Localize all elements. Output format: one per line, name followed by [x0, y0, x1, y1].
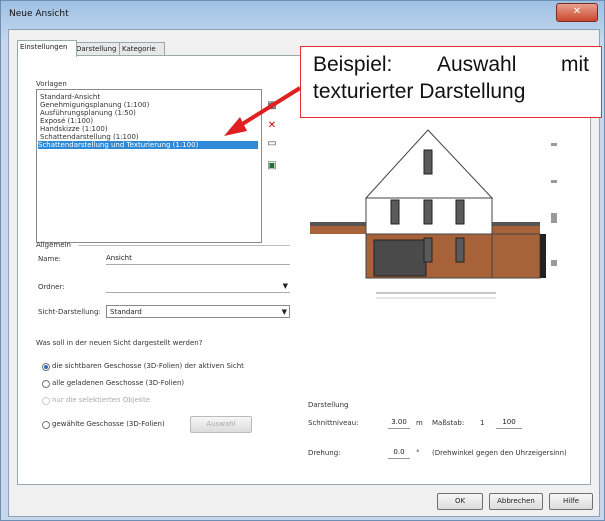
option-radio[interactable] — [42, 421, 50, 429]
list-item[interactable]: Handskizze (1:100) — [40, 125, 108, 133]
option-label: gewählte Geschosse (3D-Folien) — [52, 420, 165, 428]
list-item-selected[interactable]: Schattendarstellung und Texturierung (1:… — [38, 141, 258, 149]
ruler-right-icons — [551, 103, 559, 266]
option-label: die sichtbaren Geschosse (3D-Folien) der… — [52, 362, 244, 370]
schnitt-input[interactable]: 3.00 — [388, 417, 410, 429]
annex-edge — [540, 234, 546, 278]
building-preview — [310, 103, 559, 299]
massstab-left: 1 — [480, 419, 485, 427]
vorlagen-label: Vorlagen — [36, 80, 67, 88]
abbrechen-button[interactable]: Abbrechen — [489, 493, 543, 510]
window-title: Neue Ansicht — [9, 9, 69, 19]
chevron-down-icon: ▼ — [282, 282, 288, 290]
garden-wall-left — [310, 226, 366, 234]
name-field[interactable]: Ansicht — [106, 252, 290, 265]
drehung-label: Drehung: — [308, 449, 341, 457]
option-label-disabled: nur die selektierten Objekte — [52, 396, 151, 404]
chevron-down-icon: ▼ — [281, 308, 287, 316]
rename-icon[interactable]: ▭ — [266, 138, 278, 150]
delete-icon[interactable]: ✕ — [266, 120, 278, 132]
garage-door — [373, 239, 427, 277]
annotation-callout: Beispiel: Auswahl mit texturierter Darst… — [300, 46, 602, 118]
divider — [78, 245, 290, 246]
callout-word: Auswahl — [437, 53, 517, 76]
list-item[interactable]: Schattendarstellung (1:100) — [40, 133, 139, 141]
drehung-hint: (Drehwinkel gegen den Uhrzeigersinn) — [432, 449, 567, 457]
schnitt-unit: m — [416, 419, 423, 427]
ok-button[interactable]: OK — [437, 493, 483, 510]
option-label: alle geladenen Geschosse (3D-Folien) — [52, 379, 185, 387]
drehung-input[interactable]: 0.0 — [388, 447, 410, 459]
darstellung-label: Darstellung — [308, 401, 349, 409]
sicht-dropdown[interactable]: Standard ▼ — [106, 305, 290, 318]
callout-word: Beispiel: — [313, 53, 393, 76]
hilfe-button[interactable]: Hilfe — [549, 493, 593, 510]
vorlagen-list[interactable]: Standard-Ansicht Genehmigungsplanung (1:… — [36, 89, 262, 243]
list-item[interactable]: Standard-Ansicht — [40, 93, 100, 101]
drehung-unit: ° — [416, 449, 420, 457]
tab-darstellung[interactable]: Darstellung — [73, 42, 123, 56]
new-template-icon[interactable]: ▦ — [266, 100, 278, 112]
list-item[interactable]: Ausführungsplanung (1:50) — [40, 109, 136, 117]
schnitt-label: Schnittniveau: — [308, 419, 359, 427]
tab-kategorie[interactable]: Kategorie — [119, 42, 165, 56]
name-value: Ansicht — [106, 254, 132, 262]
option-radio[interactable] — [42, 380, 50, 388]
sicht-label: Sicht-Darstellung: — [38, 308, 101, 316]
option-radio — [42, 397, 50, 405]
auswahl-button[interactable]: Auswahl — [190, 416, 252, 433]
ordner-label: Ordner: — [38, 283, 65, 291]
close-button[interactable]: ✕ — [556, 3, 598, 22]
fence-left — [310, 222, 366, 226]
massstab-input[interactable]: 100 — [496, 417, 522, 429]
question-text: Was soll in der neuen Sicht dargestellt … — [36, 339, 203, 347]
ordner-select[interactable]: ▼ — [106, 280, 290, 293]
callout-word: mit — [561, 53, 589, 76]
option-radio[interactable] — [42, 363, 50, 371]
callout-line2: texturierter Darstellung — [313, 80, 526, 103]
tab-einstellungen[interactable]: Einstellungen — [17, 40, 77, 57]
annex — [491, 233, 541, 279]
allgemein-label: Allgemein — [36, 241, 71, 249]
save-icon[interactable]: ▣ — [266, 160, 278, 172]
list-item[interactable]: Exposé (1:100) — [40, 117, 93, 125]
title-bar: Neue Ansicht ✕ — [1, 1, 604, 27]
list-item[interactable]: Genehmigungsplanung (1:100) — [40, 101, 149, 109]
massstab-label: Maßstab: — [432, 419, 465, 427]
name-label: Name: — [38, 255, 62, 263]
sicht-value: Standard — [110, 308, 142, 316]
